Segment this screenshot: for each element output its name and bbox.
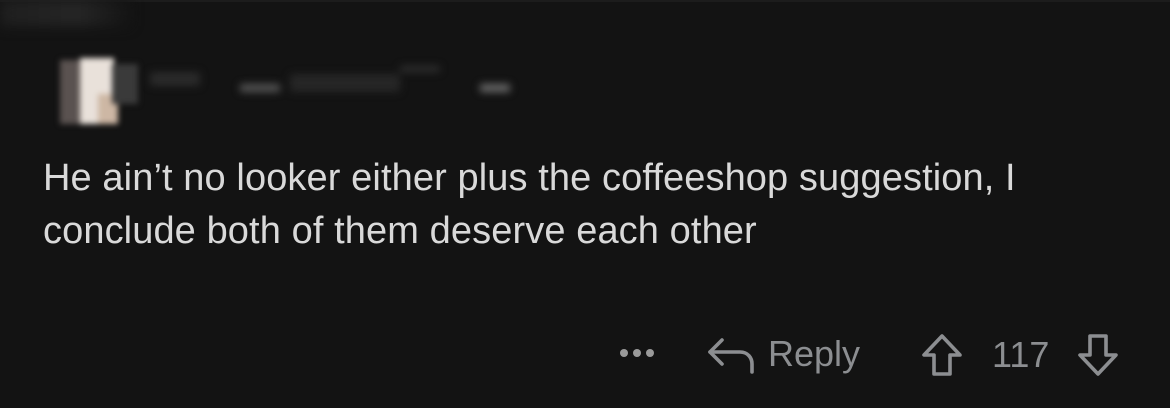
reply-button[interactable]: Reply <box>706 330 860 378</box>
top-divider <box>0 0 1170 2</box>
blurred-region <box>0 0 130 26</box>
more-dot <box>646 349 654 357</box>
comment-body: He ain’t no looker either plus the coffe… <box>43 157 1016 252</box>
avatar[interactable] <box>60 58 140 126</box>
username-redacted <box>140 60 520 100</box>
downvote-button[interactable] <box>1072 333 1124 377</box>
upvote-arrow-icon <box>922 334 962 376</box>
more-horizontal-icon <box>620 349 628 357</box>
more-options-button[interactable] <box>614 338 660 368</box>
comment-header <box>50 50 530 130</box>
upvote-button[interactable] <box>916 333 968 377</box>
reply-arrow-icon <box>708 338 754 374</box>
reply-label: Reply <box>768 333 861 374</box>
downvote-arrow-icon <box>1078 334 1118 376</box>
comment-actions: Reply 117 <box>0 330 1170 380</box>
more-dot <box>633 349 641 357</box>
vote-count: 117 <box>992 334 1050 375</box>
